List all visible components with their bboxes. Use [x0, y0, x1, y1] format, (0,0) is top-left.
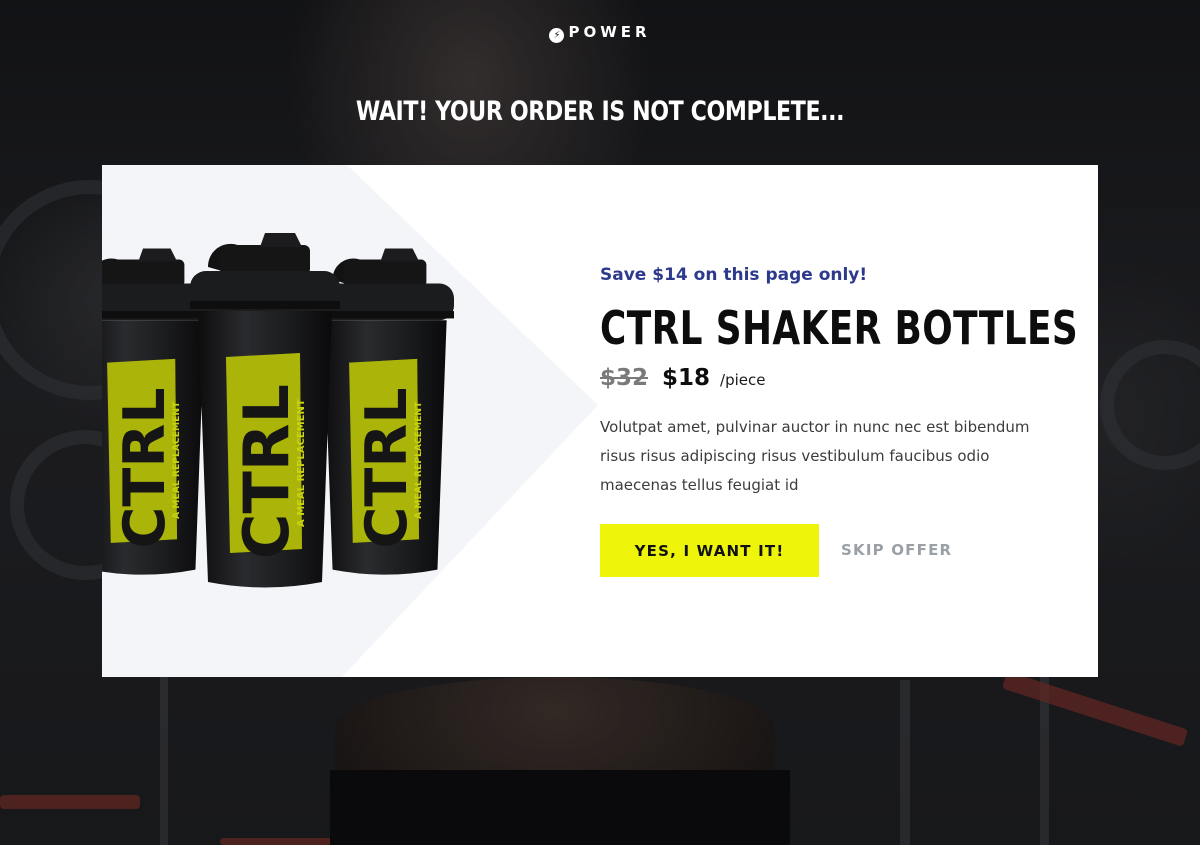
sale-price: $18 [662, 365, 711, 391]
skip-offer-link[interactable]: SKIP OFFER [841, 541, 952, 559]
product-image: CTRL A MEAL REPLACEMENT CTRL A MEAL REPL… [102, 233, 454, 588]
brand-logo-text: POWER [568, 23, 651, 41]
price-row: $32 $18 /piece [600, 365, 765, 391]
bolt-icon: ⚡ [549, 28, 565, 43]
product-description: Volutpat amet, pulvinar auctor in nunc n… [600, 418, 1030, 494]
brand-logo[interactable]: ⚡ POWER [0, 23, 1200, 43]
savings-callout: Save $14 on this page only! [600, 265, 868, 285]
original-price: $32 [600, 365, 649, 391]
bottle-tagline-text: A MEAL REPLACEMENT [413, 401, 424, 519]
bottle-brand-text: CTRL [230, 384, 303, 559]
bottle-tagline-text: A MEAL REPLACEMENT [296, 399, 307, 527]
bottle-brand-text: CTRL [112, 387, 178, 548]
price-unit: /piece [720, 371, 766, 389]
bottle-tagline-text: A MEAL REPLACEMENT [171, 401, 182, 519]
page-headline: WAIT! YOUR ORDER IS NOT COMPLETE... [355, 96, 845, 127]
upsell-offer-card: CTRL A MEAL REPLACEMENT CTRL A MEAL REPL… [102, 165, 1098, 677]
product-title: CTRL SHAKER BOTTLES [600, 301, 1079, 355]
bottle-brand-text: CTRL [354, 387, 420, 548]
accept-offer-button[interactable]: YES, I WANT IT! [600, 524, 819, 577]
